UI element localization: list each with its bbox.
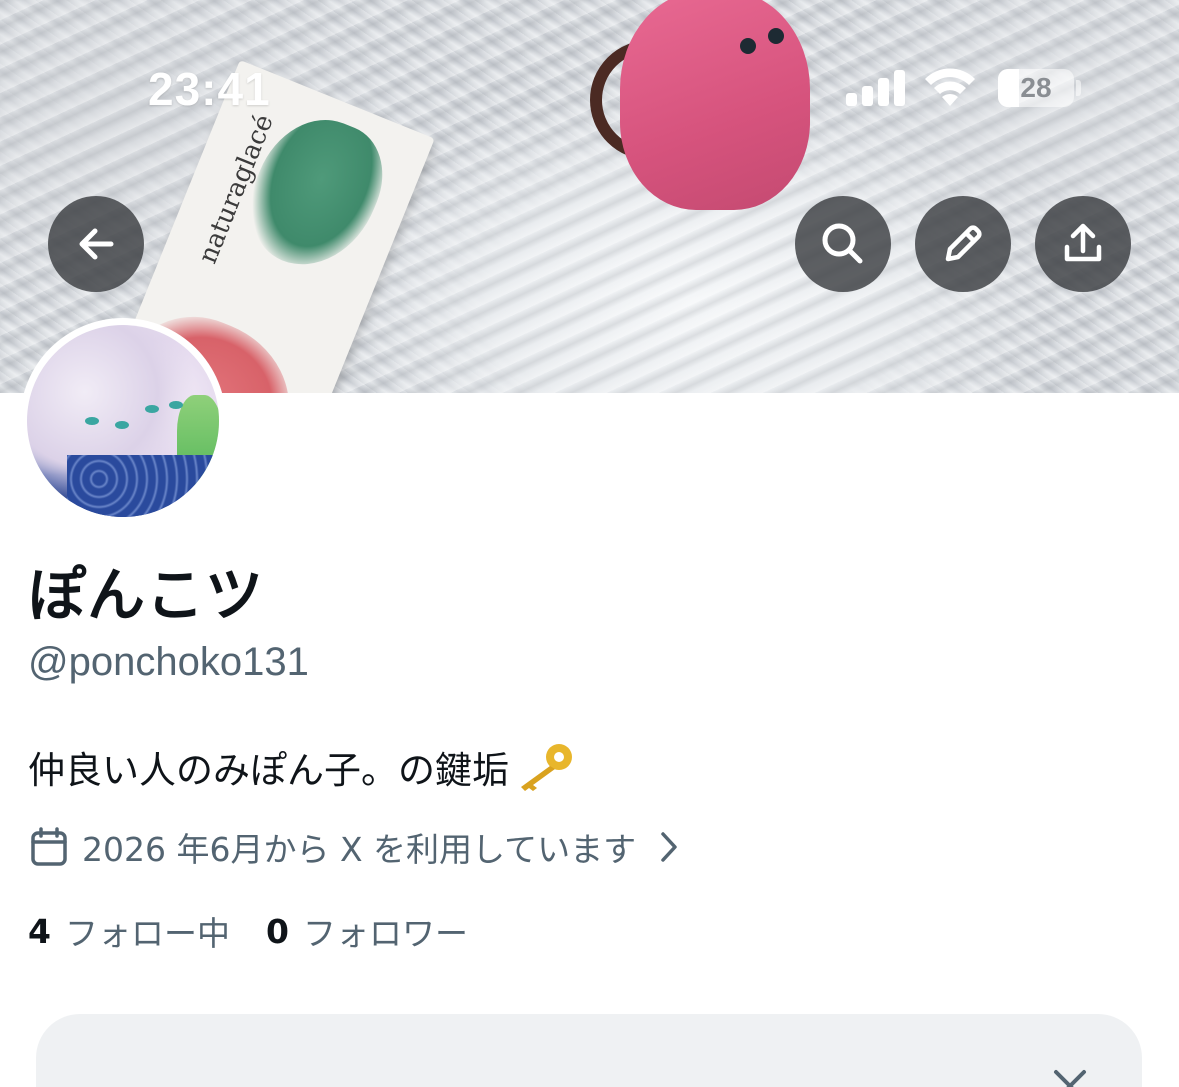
chevron-right-icon [661,832,677,862]
search-button[interactable] [795,196,891,292]
bio: 仲良い人のみぽん子。の鍵垢 [28,740,575,794]
keychain-eye [740,38,756,54]
display-name: ぽんこツ [28,561,265,629]
back-button[interactable] [48,196,144,292]
close-icon[interactable] [1050,1066,1090,1087]
search-icon [822,223,863,264]
verification-card[interactable] [36,1014,1142,1087]
avatar-illustration [27,325,219,517]
following-label: フォロー中 [64,914,230,953]
keychain-eye [768,28,784,44]
share-upload-icon [1064,223,1102,262]
banner-pink-keychain [590,0,820,220]
joined-date[interactable]: 2026 年6月から X を利用しています [30,824,680,870]
avatar-eye [169,401,183,409]
user-handle: @ponchoko131 [28,640,309,684]
follow-stats: 4 フォロー中 0 フォロワー [28,908,504,954]
following-link[interactable]: 4 フォロー中 [28,907,230,955]
cellular-signal-icon [846,70,906,106]
share-button[interactable] [1035,196,1131,292]
avatar[interactable] [20,318,226,524]
avatar-eye [145,405,159,413]
avatar-blue-shirt [67,455,219,517]
edit-button[interactable] [915,196,1011,292]
edit-pencil-icon [945,225,982,262]
avatar-eye [115,421,129,429]
battery-nub [1076,80,1081,96]
key-icon [521,744,572,791]
back-arrow-icon [79,228,114,260]
following-count: 4 [28,911,51,951]
followers-link[interactable]: 0 フォロワー [266,907,468,955]
battery-icon: 28 [998,69,1074,107]
avatar-eye [85,417,99,425]
followers-label: フォロワー [302,914,468,953]
joined-text: 2026 年6月から X を利用しています [82,830,637,869]
followers-count: 0 [265,911,289,951]
calendar-icon [31,827,67,866]
status-time: 23:41 [148,63,271,115]
wifi-icon [925,68,975,106]
bio-text: 仲良い人のみぽん子。の鍵垢 [28,749,509,792]
battery-level-text: 28 [1020,72,1052,103]
